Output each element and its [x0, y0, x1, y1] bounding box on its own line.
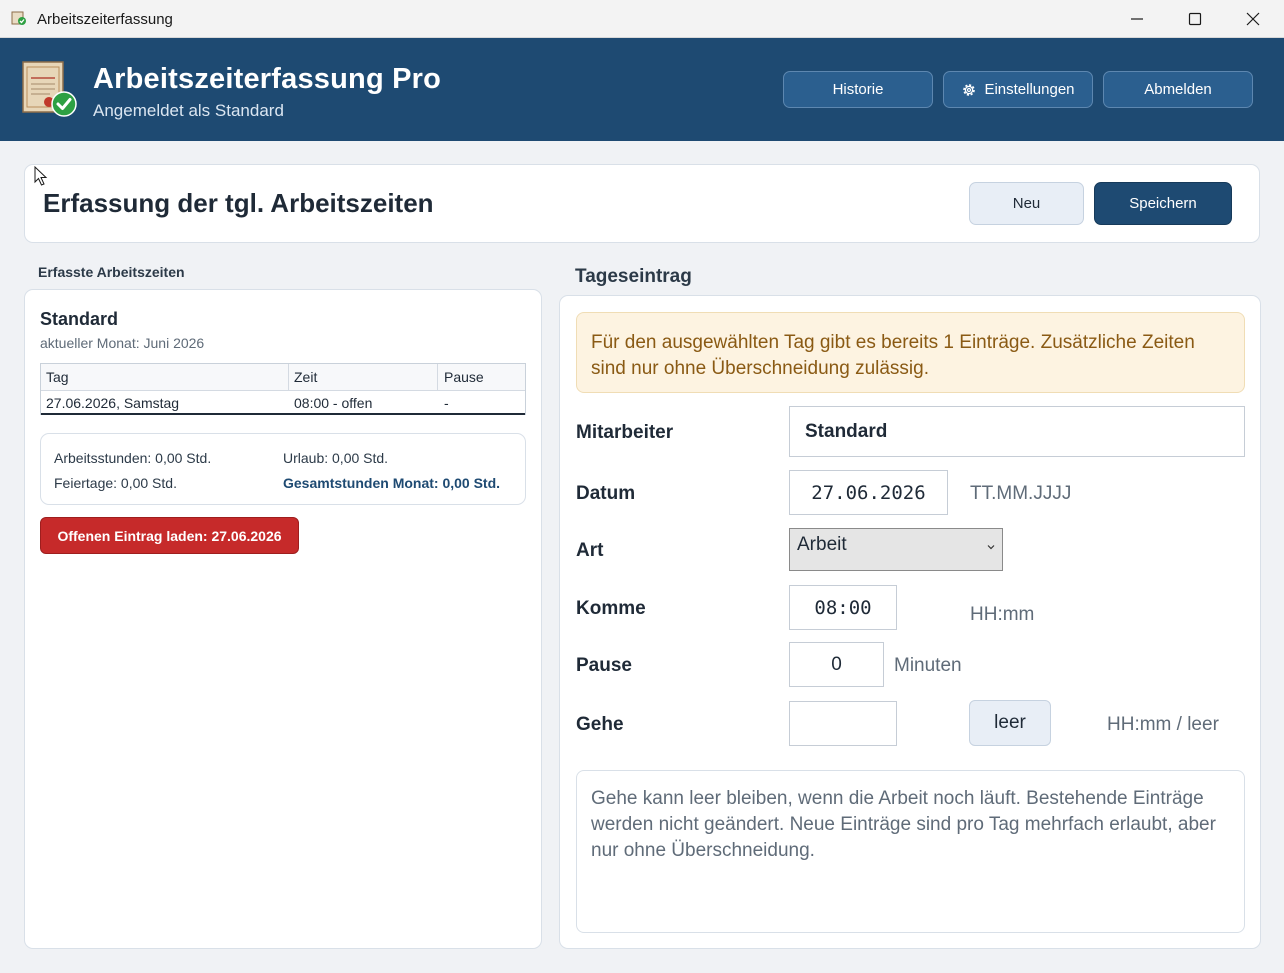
settings-button-label: Einstellungen — [984, 81, 1075, 98]
cell-pause: - — [444, 395, 449, 411]
start-time-field[interactable]: 08:00 — [789, 585, 897, 630]
info-text-box: Gehe kann leer bleiben, wenn die Arbeit … — [576, 770, 1245, 933]
start-time-value: 08:00 — [814, 596, 872, 619]
date-field[interactable]: 27.06.2026 — [789, 470, 948, 515]
column-header-zeit[interactable]: Zeit — [289, 364, 438, 390]
break-minutes-value: 0 — [831, 653, 842, 675]
window-title: Arbeitszeiterfassung — [37, 11, 173, 28]
maximize-icon — [1188, 12, 1202, 26]
start-format-hint: HH:mm — [970, 604, 1035, 625]
type-label: Art — [576, 540, 604, 561]
clear-end-button[interactable]: leer — [969, 700, 1051, 746]
break-label: Pause — [576, 655, 632, 676]
date-label: Datum — [576, 483, 636, 504]
holiday-hours: Feiertage: 0,00 Std. — [54, 475, 177, 491]
recorded-times-heading: Erfasste Arbeitszeiten — [38, 264, 185, 280]
employee-field-value: Standard — [805, 420, 888, 442]
date-field-value: 27.06.2026 — [811, 481, 926, 504]
summary-box: Arbeitsstunden: 0,00 Std. Urlaub: 0,00 S… — [40, 433, 526, 505]
break-unit: Minuten — [894, 655, 962, 676]
monthly-total: Gesamtstunden Monat: 0,00 Std. — [283, 475, 501, 491]
page-header-card: Erfassung der tgl. Arbeitszeiten Neu Spe… — [24, 164, 1260, 243]
mouse-cursor-icon — [34, 166, 48, 186]
logged-in-label: Angemeldet als Standard — [93, 101, 284, 120]
day-entry-heading: Tageseintrag — [575, 266, 692, 287]
cell-tag: 27.06.2026, Samstag — [46, 395, 180, 411]
cell-zeit: 08:00 - offen — [294, 395, 373, 411]
minimize-button[interactable] — [1108, 0, 1166, 38]
table-header: Tag Zeit Pause — [41, 364, 525, 391]
column-header-pause[interactable]: Pause — [438, 364, 525, 390]
new-button[interactable]: Neu — [969, 182, 1084, 225]
current-month: aktueller Monat: Juni 2026 — [40, 335, 205, 351]
employee-name: Standard — [40, 309, 119, 329]
table-row[interactable]: 27.06.2026, Samstag 08:00 - offen - — [41, 391, 525, 415]
app-title: Arbeitszeiterfassung Pro — [93, 63, 442, 95]
logout-button-label: Abmelden — [1144, 81, 1212, 98]
minimize-icon — [1131, 18, 1143, 20]
end-time-field[interactable] — [789, 701, 897, 746]
certificate-icon — [22, 61, 77, 117]
times-table: Tag Zeit Pause 27.06.2026, Samstag 08:00… — [40, 363, 526, 415]
logout-button[interactable]: Abmelden — [1103, 71, 1253, 108]
type-select[interactable]: Arbeit — [789, 528, 1003, 571]
break-minutes-field[interactable]: 0 — [789, 642, 884, 687]
date-format-hint: TT.MM.JJJJ — [970, 483, 1072, 504]
end-format-hint: HH:mm / leer — [1107, 714, 1219, 735]
employee-field[interactable]: Standard — [789, 406, 1245, 457]
chevron-down-icon — [987, 545, 995, 550]
column-header-tag[interactable]: Tag — [41, 364, 289, 390]
vacation-hours: Urlaub: 0,00 Std. — [283, 450, 389, 466]
work-hours: Arbeitsstunden: 0,00 Std. — [54, 450, 212, 466]
type-select-value: Arbeit — [797, 534, 847, 555]
save-button[interactable]: Speichern — [1094, 182, 1232, 225]
load-open-entry-button[interactable]: Offenen Eintrag laden: 27.06.2026 — [40, 517, 299, 554]
settings-button[interactable]: Einstellungen — [943, 71, 1093, 108]
history-button[interactable]: Historie — [783, 71, 933, 108]
end-label: Gehe — [576, 714, 624, 735]
app-header: Arbeitszeiterfassung Pro Angemeldet als … — [0, 38, 1284, 141]
certificate-icon — [11, 11, 26, 25]
day-entry-card: Für den ausgewählten Tag gibt es bereits… — [559, 295, 1261, 949]
window-titlebar: Arbeitszeiterfassung — [0, 0, 1284, 38]
recorded-times-card: Standard aktueller Monat: Juni 2026 Tag … — [24, 289, 542, 949]
gear-icon — [963, 83, 976, 96]
close-button[interactable] — [1224, 0, 1282, 38]
history-button-label: Historie — [832, 81, 884, 98]
existing-entries-notice: Für den ausgewählten Tag gibt es bereits… — [576, 312, 1245, 393]
employee-label: Mitarbeiter — [576, 422, 674, 443]
page-title: Erfassung der tgl. Arbeitszeiten — [43, 188, 434, 218]
close-icon — [1246, 12, 1260, 26]
maximize-button[interactable] — [1166, 0, 1224, 38]
start-label: Komme — [576, 598, 646, 619]
